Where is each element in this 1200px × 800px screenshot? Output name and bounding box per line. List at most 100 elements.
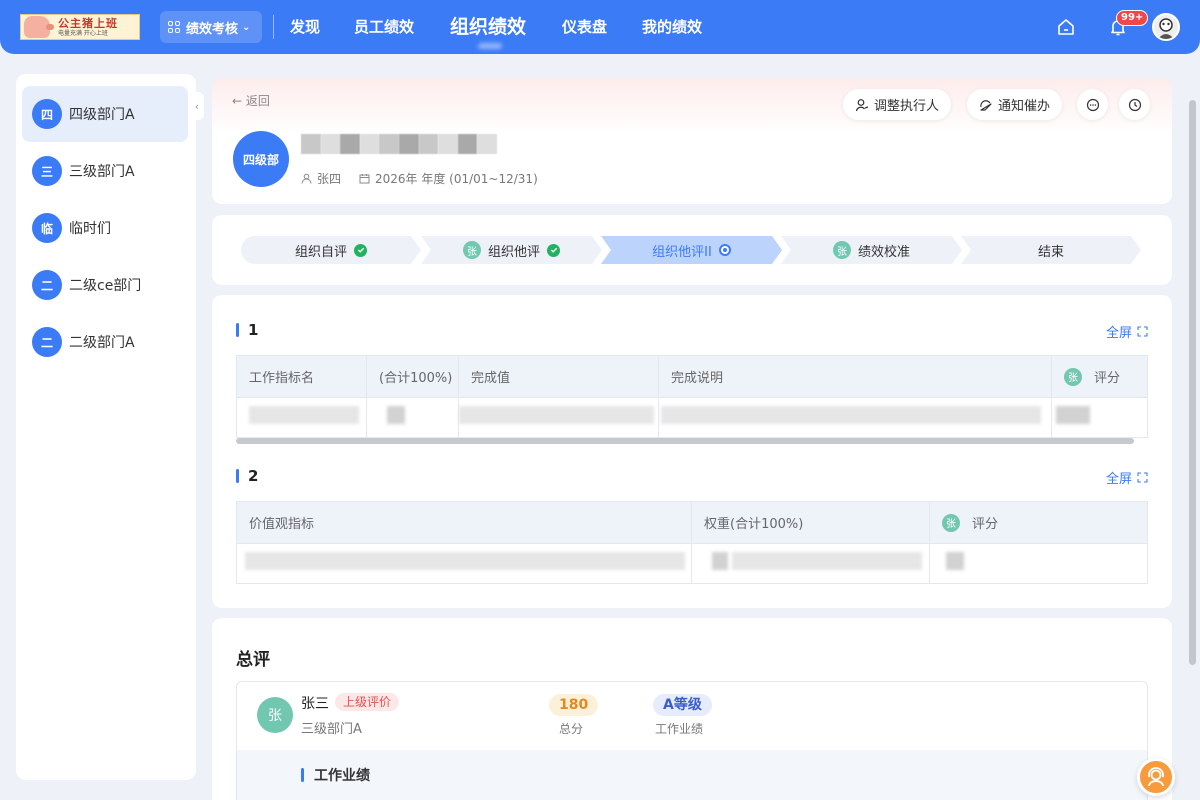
back-link[interactable]: ← 返回 [232,92,270,109]
org-avatar: 四级部 [233,131,289,187]
scorer-avatar: 张 [1064,367,1082,386]
redacted-cell [732,552,922,570]
chevron-down-icon: ⌄ [242,21,251,33]
step-end[interactable]: 结束 [961,236,1141,264]
dept-name: 二级部门A [69,335,135,351]
dept-badge: 临 [32,213,62,243]
nav-item-dashboard[interactable]: 仪表盘 [562,16,607,38]
evaluation-type-badge: 上级评价 [335,693,400,711]
section-2-fullscreen-button[interactable]: 全屏 [1106,468,1148,487]
apps-grid-icon [168,21,180,33]
expand-icon [1137,472,1148,483]
work-performance-panel: 工作业绩 [237,750,1147,800]
fullscreen-label: 全屏 [1105,326,1132,341]
history-button[interactable] [1119,89,1150,120]
step-label: 结束 [1037,244,1064,260]
sidebar-item-dept-2a[interactable]: 二 二级部门A [22,314,188,370]
col-score: 张 评分 [930,502,1147,543]
period-meta: 2026年 年度 (01/01~12/31) [359,170,538,187]
dept-name: 临时们 [69,221,111,237]
section-2-title: 2 [236,467,258,485]
adjust-executor-button[interactable]: 调整执行人 [843,89,952,120]
sidebar-item-dept-3a[interactable]: 三 三级部门A [22,143,188,199]
dept-name: 二级ce部门 [69,278,142,294]
step-calibration[interactable]: 张 绩效校准 [781,236,962,264]
assignee-avatar: 张 [463,241,481,259]
work-performance-title: 工作业绩 [301,765,370,785]
fullscreen-label: 全屏 [1105,472,1132,487]
step-label: 组织自评 [294,244,347,260]
pig-logo-icon [24,16,54,38]
org-header-card: ← 返回 调整执行人 通知催办 四级部 张四 2026年 年度 (01/01~1… [212,78,1172,204]
redacted-cell [661,406,1041,424]
step-org-self-eval[interactable]: 组织自评 [241,236,421,264]
notify-urge-button[interactable]: 通知催办 [967,89,1063,120]
dept-badge: 四 [32,99,62,129]
col-values-indicator: 价值观指标 [237,502,692,543]
page-vertical-scrollbar[interactable] [1189,100,1196,665]
section-2-title-text: 2 [248,467,259,485]
sidebar-collapse-button[interactable]: ‹ [190,92,204,120]
step-org-peer-eval-2[interactable]: 组织他评II [601,236,782,264]
module-switch-dropdown[interactable]: 绩效考核 ⌄ [160,11,262,43]
period-text: 2026年 年度 (01/01~12/31) [375,172,538,186]
table-horizontal-scrollbar[interactable] [236,438,1134,444]
step-org-peer-eval[interactable]: 张 组织他评 [421,236,602,264]
calendar-icon [359,174,370,184]
col-score-label: 评分 [1094,371,1121,386]
overall-evaluation-card: 总评 张 张三 上级评价 三级部门A 180 总分 A等级 工作业绩 工作业绩 [212,618,1172,800]
chat-bubble-icon [1086,98,1099,111]
chevron-left-icon: ‹ [194,99,200,113]
table-row[interactable] [237,543,1147,583]
col-weight: (合计100%) [367,356,459,397]
col-completion-value: 完成值 [459,356,659,397]
home-icon[interactable] [1056,17,1076,37]
customer-service-button[interactable] [1137,758,1175,796]
dept-name: 四级部门A [69,107,135,123]
summary-title: 总评 [236,650,270,670]
top-nav-bar: 公主猪上班 电量充满 开心上班 绩效考核 ⌄ 发现 员工绩效 组织绩效 仪表盘 … [0,0,1200,54]
sidebar-item-dept-4a[interactable]: 四 四级部门A [22,86,188,142]
user-avatar-image-icon [1154,15,1178,39]
values-indicator-table: 价值观指标 权重(合计100%) 张 评分 [236,501,1148,584]
total-score-label: 总分 [559,722,584,736]
dept-name: 三级部门A [69,164,135,180]
logo-subtitle: 电量充满 开心上班 [58,29,108,37]
indicator-tables-card: 1 全屏 工作指标名 (合计100%) 完成值 完成说明 张 评分 2 全屏 价… [212,295,1172,608]
nav-item-discover[interactable]: 发现 [290,16,320,38]
app-logo[interactable]: 公主猪上班 电量充满 开心上班 [20,14,140,40]
logo-title: 公主猪上班 [58,16,118,30]
step-label: 绩效校准 [857,244,910,260]
col-weight: 权重(合计100%) [692,502,930,543]
table-row[interactable] [237,397,1147,437]
owner-meta: 张四 [301,170,341,187]
redacted-cell [387,406,405,424]
section-1-fullscreen-button[interactable]: 全屏 [1106,322,1148,341]
comment-button[interactable] [1077,89,1108,120]
sidebar-item-temp[interactable]: 临 临时们 [22,200,188,256]
user-avatar[interactable] [1152,13,1180,41]
redacted-cell [249,406,359,424]
sidebar-item-dept-2ce[interactable]: 二 二级ce部门 [22,257,188,313]
nav-divider [273,15,274,39]
col-completion-note: 完成说明 [659,356,1052,397]
table-header: 工作指标名 (合计100%) 完成值 完成说明 张 评分 [237,356,1147,397]
department-sidebar: 四 四级部门A 三 三级部门A 临 临时们 二 二级ce部门 二 二级部门A [16,74,196,780]
dept-badge: 二 [32,270,62,300]
nav-item-employee-performance[interactable]: 员工绩效 [354,16,414,38]
work-performance-title-text: 工作业绩 [314,768,370,784]
person-icon [301,173,312,184]
section-1-title: 1 [236,321,258,339]
nav-item-org-performance[interactable]: 组织绩效 [450,13,526,41]
nav-item-my-performance[interactable]: 我的绩效 [642,16,702,38]
clock-icon [1128,98,1141,111]
adjust-executor-label: 调整执行人 [874,99,940,114]
section-1-title-text: 1 [248,321,259,339]
grade-value: A等级 [653,694,712,716]
notification-badge: 99+ [1116,10,1149,26]
expand-icon [1137,326,1148,337]
table-header: 价值观指标 权重(合计100%) 张 评分 [237,502,1147,543]
check-circle-icon [547,244,560,257]
redacted-cell [712,552,728,570]
redacted-cell [459,406,654,424]
